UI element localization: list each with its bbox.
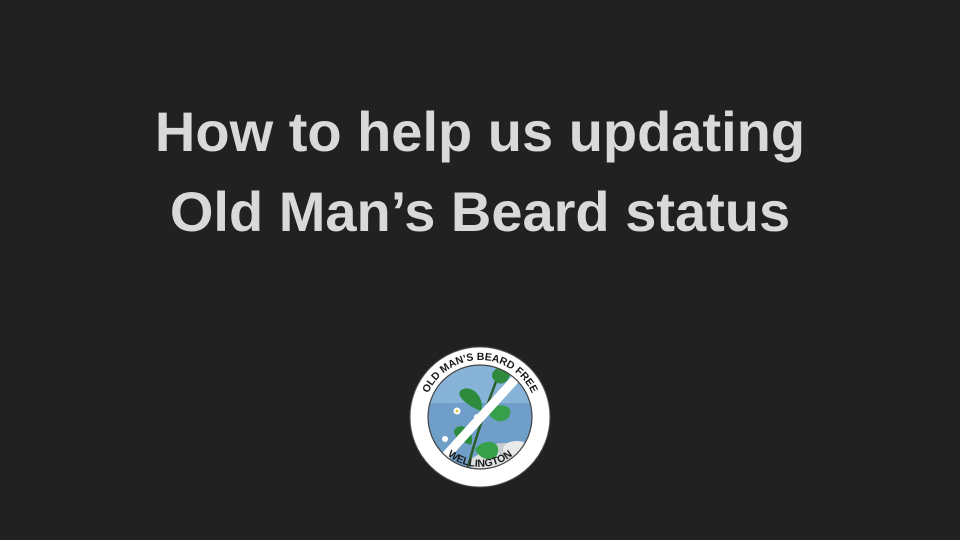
title-line-2: Old Man’s Beard status [169, 180, 791, 243]
title-line-1: How to help us updating [154, 100, 806, 163]
slide: How to help us updating Old Man’s Beard … [0, 0, 960, 540]
slide-title: How to help us updating Old Man’s Beard … [0, 92, 960, 252]
old-mans-beard-free-logo: OLD MAN’S BEARD FREE WELLINGTON [409, 346, 551, 488]
